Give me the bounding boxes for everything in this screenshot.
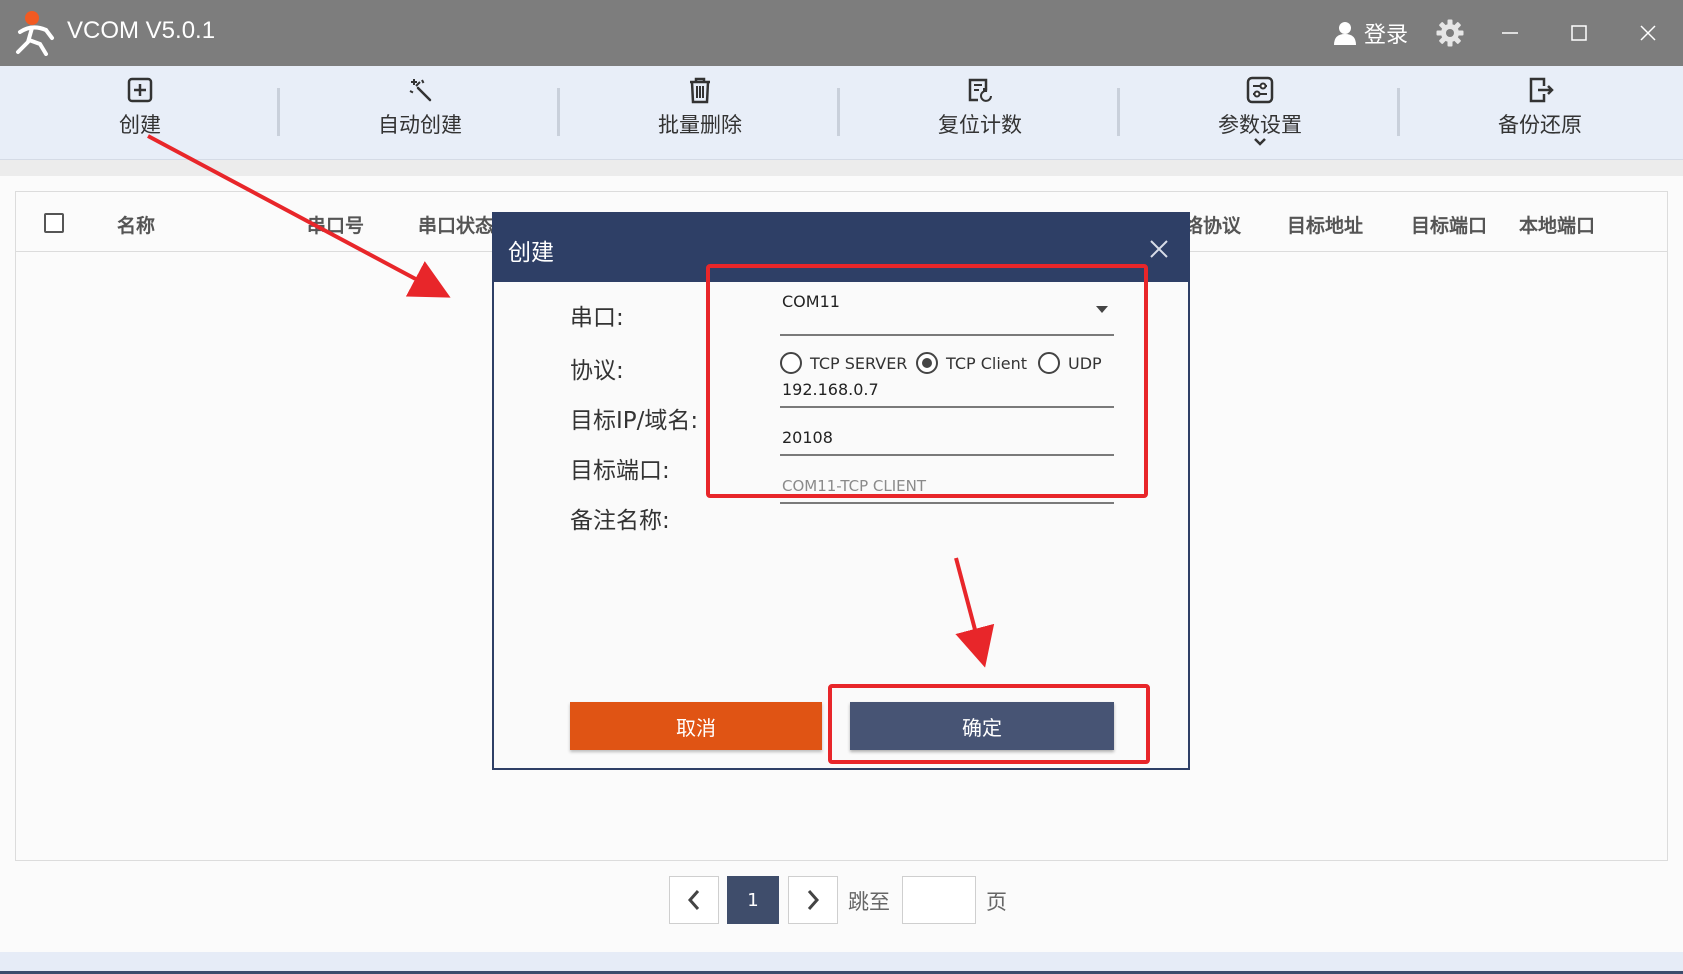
column-header-name[interactable]: 名称 xyxy=(117,211,155,238)
column-header-target-address[interactable]: 目标地址 xyxy=(1287,211,1363,238)
app-logo-icon xyxy=(16,11,54,56)
plus-square-icon xyxy=(127,77,153,103)
toolbar-label: 参数设置 xyxy=(1218,113,1302,137)
next-page-button[interactable] xyxy=(788,876,838,924)
toolbar-batch-delete-button[interactable]: 批量删除 xyxy=(560,66,840,160)
column-header-target-port[interactable]: 目标端口 xyxy=(1411,211,1487,238)
column-header-protocol[interactable]: 络协议 xyxy=(1184,211,1241,238)
close-icon xyxy=(1640,25,1656,41)
toolbar-auto-create-button[interactable]: 自动创建 xyxy=(280,66,560,160)
minimize-icon xyxy=(1502,32,1518,34)
sliders-icon xyxy=(1246,76,1274,104)
title-bar: VCOM V5.0.1 登录 xyxy=(0,0,1683,66)
export-file-icon xyxy=(1529,77,1554,103)
trash-icon xyxy=(690,77,710,104)
login-button[interactable]: 登录 xyxy=(1334,18,1408,48)
toolbar-reset-count-button[interactable]: 复位计数 xyxy=(840,66,1120,160)
gear-icon[interactable] xyxy=(1436,19,1464,47)
login-label: 登录 xyxy=(1364,23,1409,48)
column-header-port[interactable]: 串口号 xyxy=(307,211,364,238)
toolbar: 创建 自动创建 批量删除 复位计数 参数设置 备份还原 xyxy=(0,66,1683,160)
protocol-label: 协议: xyxy=(570,358,624,384)
minimize-button[interactable] xyxy=(1493,16,1527,50)
maximize-icon xyxy=(1571,25,1587,41)
close-icon[interactable] xyxy=(1148,238,1170,260)
port-label: 串口: xyxy=(570,305,624,331)
goto-label: 跳至 xyxy=(848,890,890,914)
annotation-highlight-fields xyxy=(706,264,1148,498)
magic-wand-icon xyxy=(409,79,432,102)
toolbar-divider xyxy=(0,160,1683,176)
chevron-left-icon xyxy=(687,890,700,910)
dialog-title: 创建 xyxy=(508,240,554,266)
toolbar-label: 复位计数 xyxy=(938,113,1022,137)
maximize-button[interactable] xyxy=(1562,16,1596,50)
toolbar-create-button[interactable]: 创建 xyxy=(0,66,280,160)
column-header-local-port[interactable]: 本地端口 xyxy=(1519,211,1595,238)
remark-label: 备注名称: xyxy=(570,508,670,534)
toolbar-label: 备份还原 xyxy=(1498,113,1582,137)
page-number-button[interactable]: 1 xyxy=(727,876,779,924)
annotation-highlight-confirm xyxy=(828,684,1150,764)
toolbar-label: 批量删除 xyxy=(658,113,742,137)
toolbar-settings-button[interactable]: 参数设置 xyxy=(1120,66,1400,160)
close-window-button[interactable] xyxy=(1631,16,1665,50)
toolbar-backup-restore-button[interactable]: 备份还原 xyxy=(1400,66,1680,160)
chevron-down-icon xyxy=(1254,138,1266,146)
toolbar-label: 自动创建 xyxy=(378,113,462,137)
toolbar-label: 创建 xyxy=(119,113,161,137)
prev-page-button[interactable] xyxy=(669,876,719,924)
page-suffix-label: 页 xyxy=(986,890,1007,914)
user-icon xyxy=(1334,22,1356,45)
select-all-checkbox[interactable] xyxy=(44,213,64,233)
reset-counter-icon xyxy=(968,78,992,102)
cancel-button[interactable]: 取消 xyxy=(570,702,822,750)
app-title: VCOM V5.0.1 xyxy=(67,17,216,44)
column-header-port-status[interactable]: 串口状态 xyxy=(418,211,494,238)
chevron-right-icon xyxy=(807,890,820,910)
goto-page-input[interactable] xyxy=(902,876,976,924)
target-port-label: 目标端口: xyxy=(570,458,670,484)
target-ip-label: 目标IP/域名: xyxy=(570,408,699,434)
status-bar xyxy=(0,952,1683,974)
